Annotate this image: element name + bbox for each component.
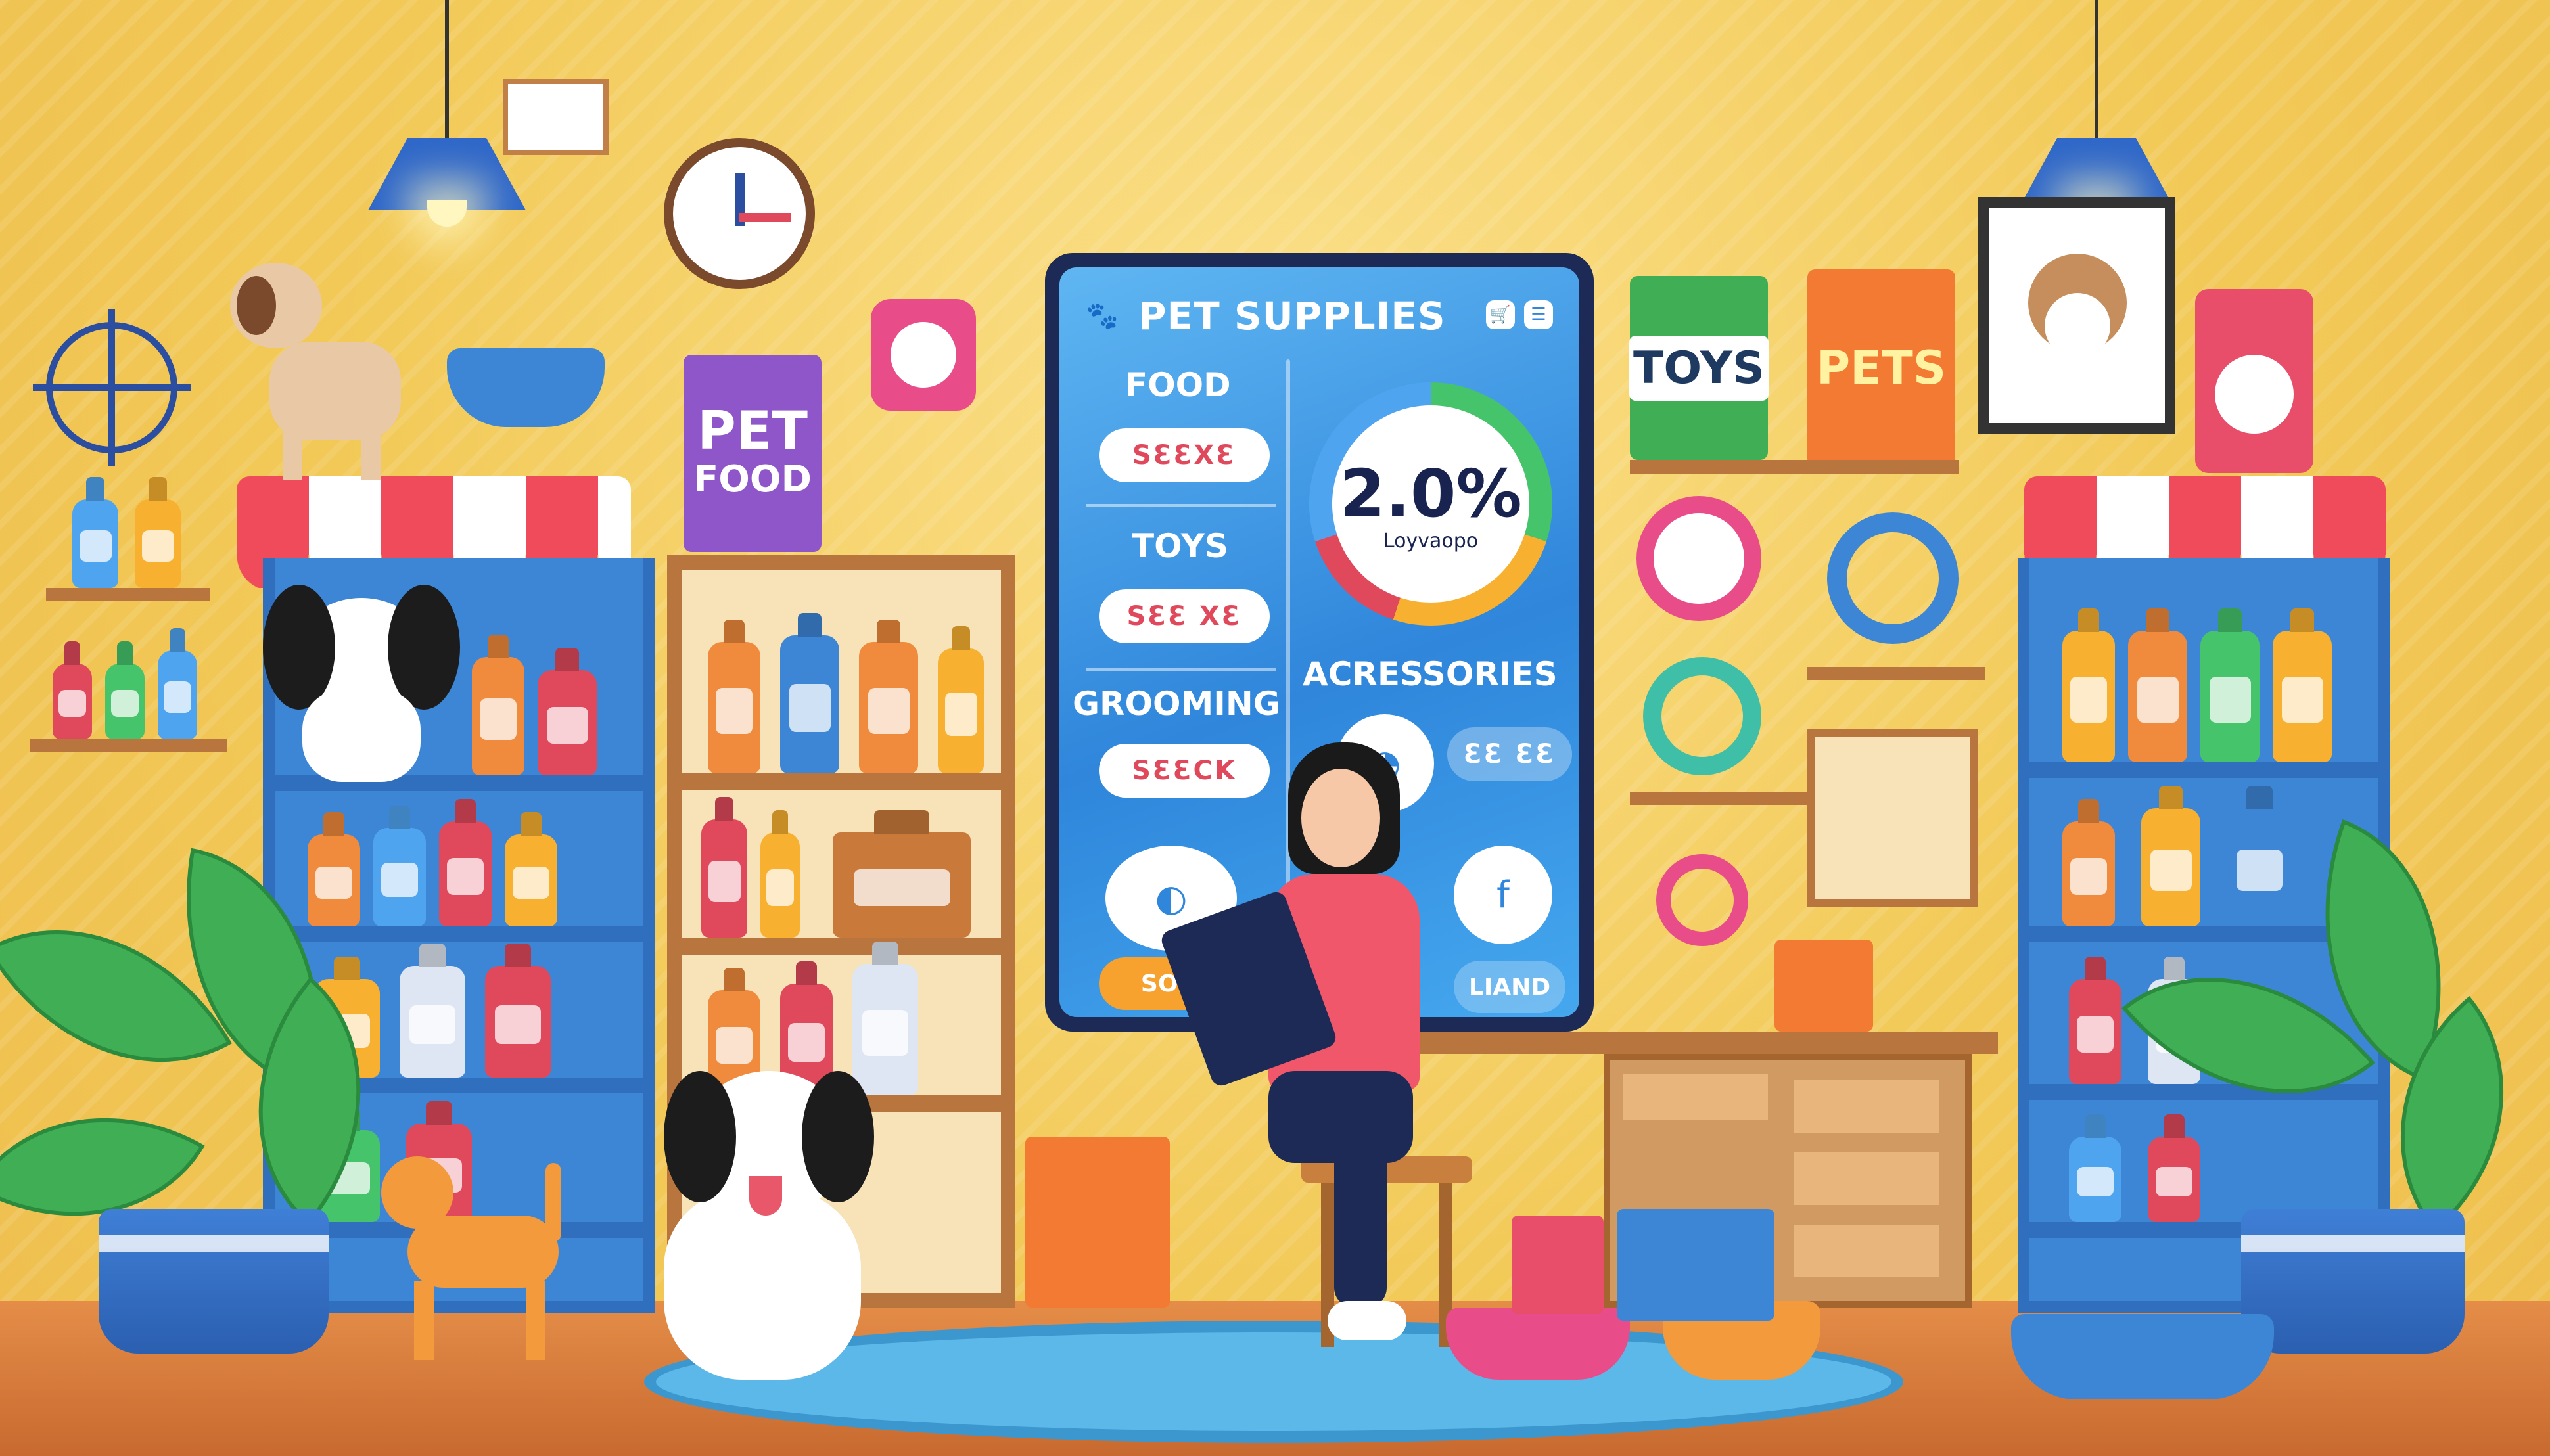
wall-shelf-left-2 xyxy=(30,739,227,752)
pet-shop-scene: PET FOOD 🐾 PET SUPPLIES 🛒 ☰ FOOD SƐƐXƐ T… xyxy=(0,0,2550,1456)
pets-food-bag-sign: PETS xyxy=(1807,269,1955,466)
teal-ring-toy xyxy=(1643,657,1761,775)
wall-shelf-right-low xyxy=(1630,792,1807,805)
menu-icon[interactable]: ☰ xyxy=(1524,300,1553,329)
loyalty-badge: 2.0% Loyvaopo xyxy=(1309,382,1552,626)
paw-icon: 🐾 xyxy=(1086,301,1119,331)
wall-bottle-3 xyxy=(53,664,92,739)
fluffy-dog-floor xyxy=(624,1058,920,1386)
desk-plant xyxy=(1774,940,1873,1032)
shopping-bag xyxy=(1617,1209,1774,1321)
pendant-lamp-left xyxy=(368,0,526,263)
loyalty-label: Loyvaopo xyxy=(1383,530,1479,553)
woman-with-tablet xyxy=(1159,742,1472,1347)
pink-gift-bag xyxy=(1512,1216,1604,1314)
striped-awning-left xyxy=(237,476,631,588)
wall-picture-small xyxy=(503,79,609,155)
toys-sign: TOYS xyxy=(1629,276,1769,460)
wall-shelf-right-top xyxy=(1630,460,1959,474)
wall-bottle-2 xyxy=(135,499,181,588)
pink-food-bowl xyxy=(1446,1308,1630,1380)
divider-food xyxy=(1086,504,1276,507)
brown-dog-on-shelf xyxy=(230,263,427,480)
teal-ring-desk xyxy=(1656,854,1748,946)
toys-sign-label: TOYS xyxy=(1629,335,1769,401)
category-label-food: FOOD xyxy=(1125,366,1231,404)
category-label-toys: TOYS xyxy=(1132,527,1229,565)
pets-sign-label: PETS xyxy=(1816,341,1947,395)
pink-gumball-jar xyxy=(871,299,976,411)
clock-icon xyxy=(664,138,815,289)
blue-ring-toy xyxy=(1827,512,1959,644)
wall-bottle-5 xyxy=(158,650,197,739)
loyalty-percent: 2.0% xyxy=(1339,455,1522,532)
crosshair-wall-decor-icon xyxy=(33,309,191,466)
blue-pet-bowl-top xyxy=(447,348,605,427)
wall-bottle-1 xyxy=(72,499,118,588)
category-label-grooming: GROOMING xyxy=(1073,685,1280,723)
dog-portrait-frame xyxy=(1978,197,2175,434)
category-button-toys[interactable]: SƐƐ XƐ xyxy=(1099,589,1270,643)
pet-food-sign: PET FOOD xyxy=(684,355,822,552)
cart-icon[interactable]: 🛒 xyxy=(1486,300,1515,329)
category-button-food[interactable]: SƐƐXƐ xyxy=(1099,428,1270,482)
wall-bottle-4 xyxy=(105,664,145,739)
display-title: PET SUPPLIES xyxy=(1138,294,1446,338)
pet-food-sign-line2: FOOD xyxy=(693,458,812,501)
wall-shelf-left-1 xyxy=(46,588,210,601)
wall-shelf-right-mid xyxy=(1807,667,1985,680)
divider-toys xyxy=(1086,668,1276,671)
potted-plant-left xyxy=(0,841,432,1354)
pink-ring-toy xyxy=(1636,496,1761,621)
red-food-bag xyxy=(2195,289,2313,473)
header-icons: 🛒 ☰ xyxy=(1486,300,1553,329)
category-label-accessories: ACRESSORIES xyxy=(1303,655,1558,693)
blue-food-bowl xyxy=(2011,1314,2274,1399)
potted-plant-right xyxy=(2121,819,2550,1354)
pet-food-sign-line1: PET xyxy=(697,400,808,462)
striped-awning-right xyxy=(2024,476,2386,588)
small-cabinet xyxy=(1807,729,1978,907)
fluffy-dog-on-shelf xyxy=(263,572,460,782)
stacked-boxes xyxy=(1025,1137,1170,1308)
